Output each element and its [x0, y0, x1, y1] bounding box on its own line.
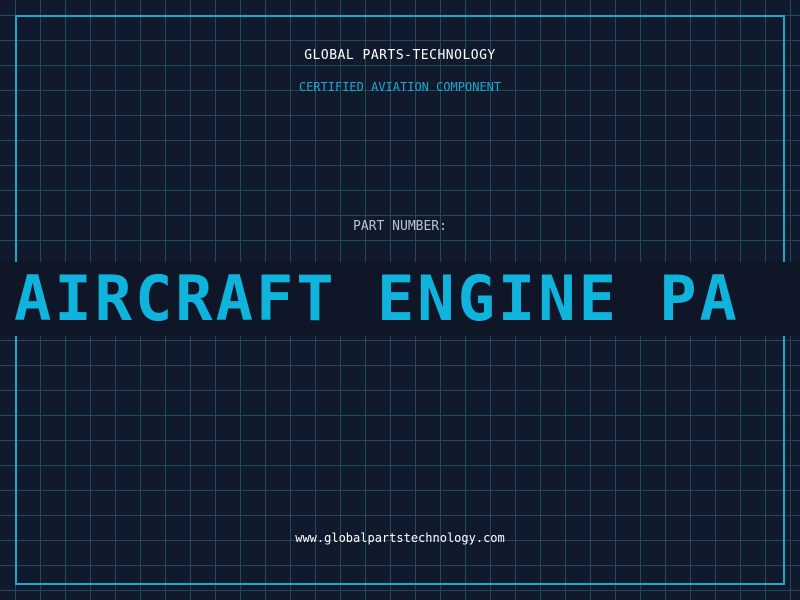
- certification-subtitle: CERTIFIED AVIATION COMPONENT: [298, 80, 502, 94]
- part-number-value: AIRCRAFT ENGINE PA: [14, 262, 740, 335]
- website-url: www.globalpartstechnology.com: [295, 531, 505, 545]
- label-card: GLOBAL PARTS-TECHNOLOGY CERTIFIED AVIATI…: [0, 0, 800, 600]
- company-name: GLOBAL PARTS-TECHNOLOGY: [304, 48, 496, 63]
- part-number-label: PART NUMBER:: [353, 219, 447, 234]
- part-number-banner: AIRCRAFT ENGINE PA: [0, 262, 800, 336]
